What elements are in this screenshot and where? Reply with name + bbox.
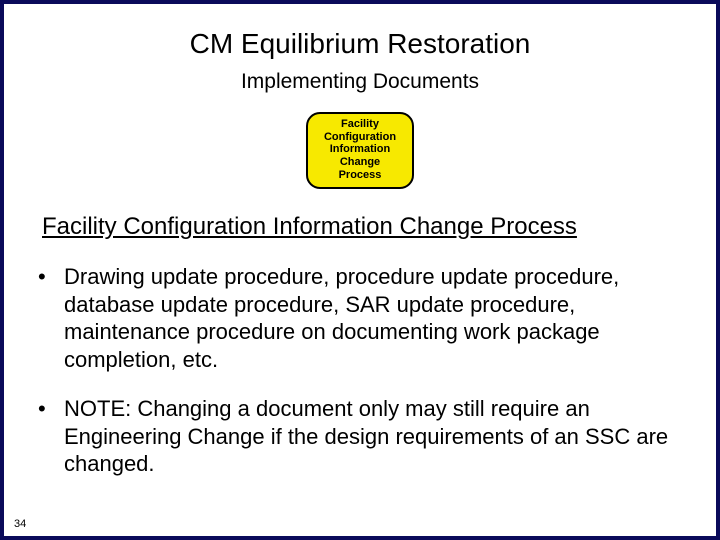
process-box-line: Information [324,143,396,156]
process-box-container: Facility Configuration Information Chang… [30,112,690,189]
page-number: 34 [14,518,26,530]
list-item: • Drawing update procedure, procedure up… [36,263,690,373]
process-box-line: Process [324,169,396,182]
process-box: Facility Configuration Information Chang… [306,112,414,189]
slide-title: CM Equilibrium Restoration [30,28,690,60]
bullet-text: Drawing update procedure, procedure upda… [64,263,690,373]
list-item: • NOTE: Changing a document only may sti… [36,395,690,478]
bullet-dot-icon: • [36,395,64,478]
bullet-text: NOTE: Changing a document only may still… [64,395,690,478]
process-box-line: Change [324,156,396,169]
slide: CM Equilibrium Restoration Implementing … [0,0,720,540]
process-box-line: Facility [324,118,396,131]
slide-subtitle: Implementing Documents [30,70,690,94]
bullet-list: • Drawing update procedure, procedure up… [30,263,690,478]
section-heading: Facility Configuration Information Chang… [42,213,690,241]
bullet-dot-icon: • [36,263,64,373]
process-box-line: Configuration [324,131,396,144]
